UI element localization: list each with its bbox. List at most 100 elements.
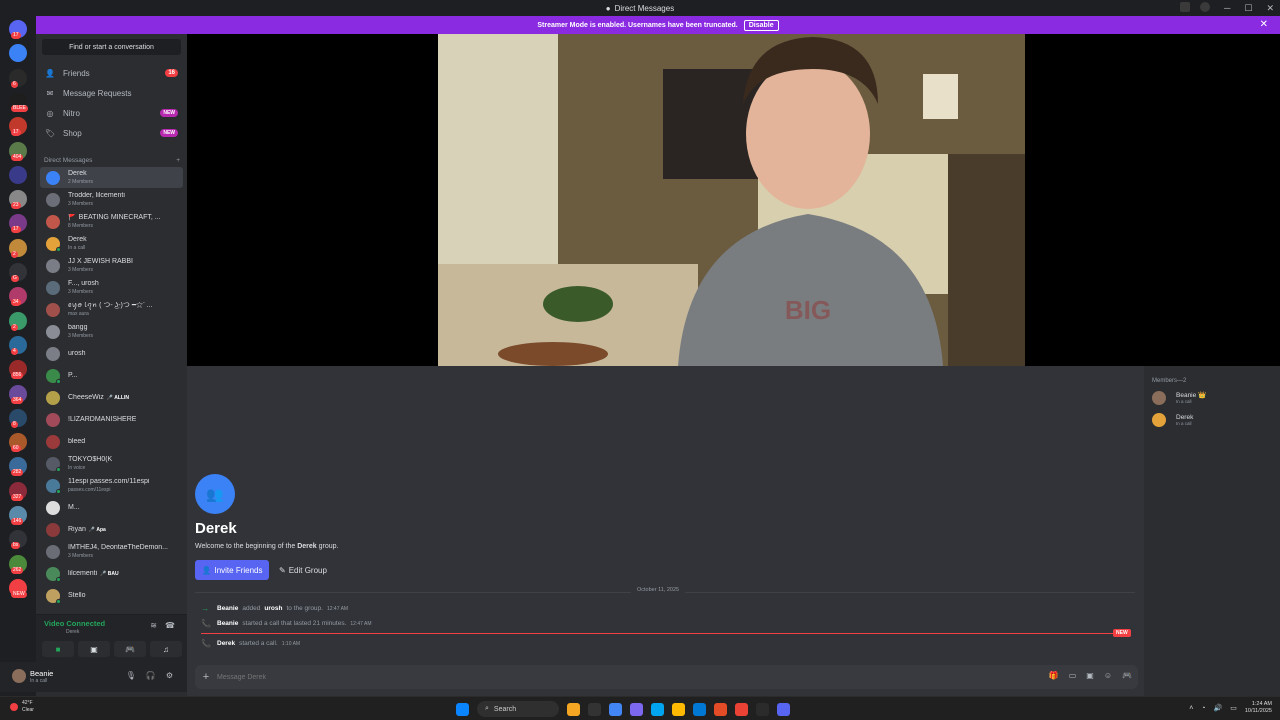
taskbar-app-icon[interactable] [588,702,601,716]
dm-name: 11espi passes.com/11espi [68,477,150,485]
dm-avatar [46,192,60,207]
taskbar-app-icon[interactable] [735,702,748,716]
dm-item[interactable]: bleed [40,431,183,452]
maximize-button[interactable]: ☐ [1244,3,1252,14]
activity-button[interactable]: 🎮 [114,641,146,657]
dm-item[interactable]: TOKYO$H0(K In voice [40,453,183,474]
dm-item[interactable]: P... [40,365,183,386]
soundboard-button[interactable]: ♫ [150,641,182,657]
start-button[interactable] [456,702,469,716]
taskbar-app-icon[interactable] [609,702,622,716]
dm-item[interactable]: lilcementi 🎤 BAU [40,563,183,584]
taskbar-app-icon[interactable] [630,702,643,716]
user-avatar[interactable] [12,669,26,683]
add-attachment-icon[interactable]: + [195,671,217,683]
headphones-icon[interactable]: 🎧 [146,671,156,680]
nav-nitro[interactable]: ◎ Nitro NEW [42,104,182,122]
dm-name: Derek [68,169,87,177]
dm-item[interactable]: 11espi passes.com/11espi passes.com/11esp… [40,475,183,496]
emoji-icon[interactable]: ☺ [1104,671,1112,680]
taskbar-app-icon[interactable] [756,702,769,716]
add-user-icon: 👤 [201,565,212,575]
message-timestamp: 12:47 AM [350,620,372,627]
member-avatar [1152,413,1166,427]
member-item[interactable]: Derek In a call [1152,410,1272,430]
dm-item[interactable]: ꫀꪗꪮ ꪶꪖꪀ ( つ- ͜ʖ-)つ ━☆ﾟ... max aura [40,299,183,320]
settings-gear-icon[interactable]: ⚙ [166,671,173,680]
dm-item[interactable]: CheeseWiz 🎤 ALLIN [40,387,183,408]
gift-icon[interactable]: 🎁 [1049,671,1059,680]
battery-icon[interactable]: ▭ [1230,704,1237,712]
dm-item[interactable]: Derek 2 Members [40,167,183,188]
nav-friends[interactable]: 👤 Friends 16 [42,64,182,82]
title-bar: ● Direct Messages ─ ☐ ✕ [0,0,1280,16]
dm-name: ꫀꪗꪮ ꪶꪖꪀ ( つ- ͜ʖ-)つ ━☆ﾟ... [68,301,153,309]
dm-item[interactable]: bangg 3 Members [40,321,183,342]
nav-message-requests[interactable]: ✉ Message Requests [42,84,182,102]
close-window-button[interactable]: ✕ [1266,3,1274,14]
edit-group-button[interactable]: ✎ Edit Group [279,560,335,580]
tray-chevron-icon[interactable]: ˄ [1189,705,1193,712]
noise-suppression-icon[interactable]: ≋ [150,621,157,630]
taskbar-app-icon[interactable] [567,702,580,716]
dm-item[interactable]: Derek In a call [40,233,183,254]
screen-share-button[interactable]: ▣ [78,641,110,657]
help-icon[interactable] [1200,2,1210,12]
volume-icon[interactable]: 🔊 [1214,704,1223,712]
find-conversation-input[interactable]: Find or start a conversation [42,39,181,55]
network-icon[interactable]: ◔ [1201,705,1205,712]
inbox-icon[interactable] [1180,2,1190,12]
taskbar-clock[interactable]: 1:24 AM 10/11/2025 [1245,701,1272,715]
server-icon[interactable] [9,165,27,184]
dm-item[interactable]: 🚩 BEATING MINECRAFT, ... 8 Members [40,211,183,232]
server-icon[interactable] [9,44,27,63]
server-badge: 2 [11,250,18,258]
message-actor[interactable]: Beanie [217,620,238,627]
dm-item[interactable]: !LIZARDMANISHERE [40,409,183,430]
mic-icon[interactable]: 🎙 [126,671,136,680]
member-item[interactable]: Beanie 👑 In a call [1152,388,1272,408]
taskbar-app-icon[interactable] [672,702,685,716]
dm-avatar [46,456,61,472]
video-stream[interactable]: BIG [438,34,1025,366]
message-target[interactable]: urosh [264,605,282,612]
taskbar-app-icon[interactable] [651,702,664,716]
message-actor[interactable]: Derek [217,640,235,647]
taskbar-search[interactable]: ⌕ Search [477,701,559,717]
weather-widget[interactable]: 42°F Clear [10,700,34,714]
dm-item[interactable]: Stello [40,585,183,606]
voice-channel-label[interactable]: Derek [66,629,79,635]
app-launcher-icon[interactable]: 🎮 [1122,671,1132,680]
dm-item[interactable]: urosh [40,343,183,364]
invite-friends-button[interactable]: 👤 Invite Friends [195,560,269,580]
dm-item[interactable]: M... [40,497,183,518]
webcam-frame-image: BIG [438,34,1025,366]
taskbar-app-icon[interactable] [693,702,706,716]
new-messages-line [201,633,1131,634]
message-input[interactable] [217,673,997,681]
dm-tag: 🎤 BAU [100,570,119,577]
dm-item[interactable]: JJ X JEWISH RABBI 3 Members [40,255,183,276]
nav-shop[interactable]: 🏷 Shop NEW [42,124,182,142]
dm-item[interactable]: IMTHEJ4, DeontaeTheDemon... 3 Members [40,541,183,562]
taskbar-app-icon[interactable] [714,702,727,716]
disable-streamer-button[interactable]: Disable [743,19,779,31]
taskbar-app-icon[interactable] [777,702,790,716]
minimize-button[interactable]: ─ [1224,3,1230,13]
message-actor[interactable]: Beanie [217,605,238,612]
disconnect-icon[interactable]: ☎ [165,621,175,630]
sticker-icon[interactable]: ▣ [1086,671,1094,680]
gif-icon[interactable]: ▭ [1069,671,1077,680]
dm-item[interactable]: Riyan 🎤 Apa [40,519,183,540]
members-panel: Members—2 Beanie 👑 In a call Derek In a … [1144,366,1280,696]
dm-item[interactable]: F..., urosh 3 Members [40,277,183,298]
create-dm-icon[interactable]: + [176,157,180,164]
dm-item[interactable]: Trodder, lilcementi 3 Members [40,189,183,210]
dm-subtitle: 3 Members [68,288,94,295]
dm-avatar [46,346,60,361]
close-banner-icon[interactable]: ✕ [1260,19,1268,30]
member-name: Derek [1176,414,1194,421]
camera-button[interactable]: ■ [42,641,74,657]
dm-avatar [46,390,60,405]
main-content: BIG 👥 Derek Welcome to the beginning of … [187,34,1280,696]
